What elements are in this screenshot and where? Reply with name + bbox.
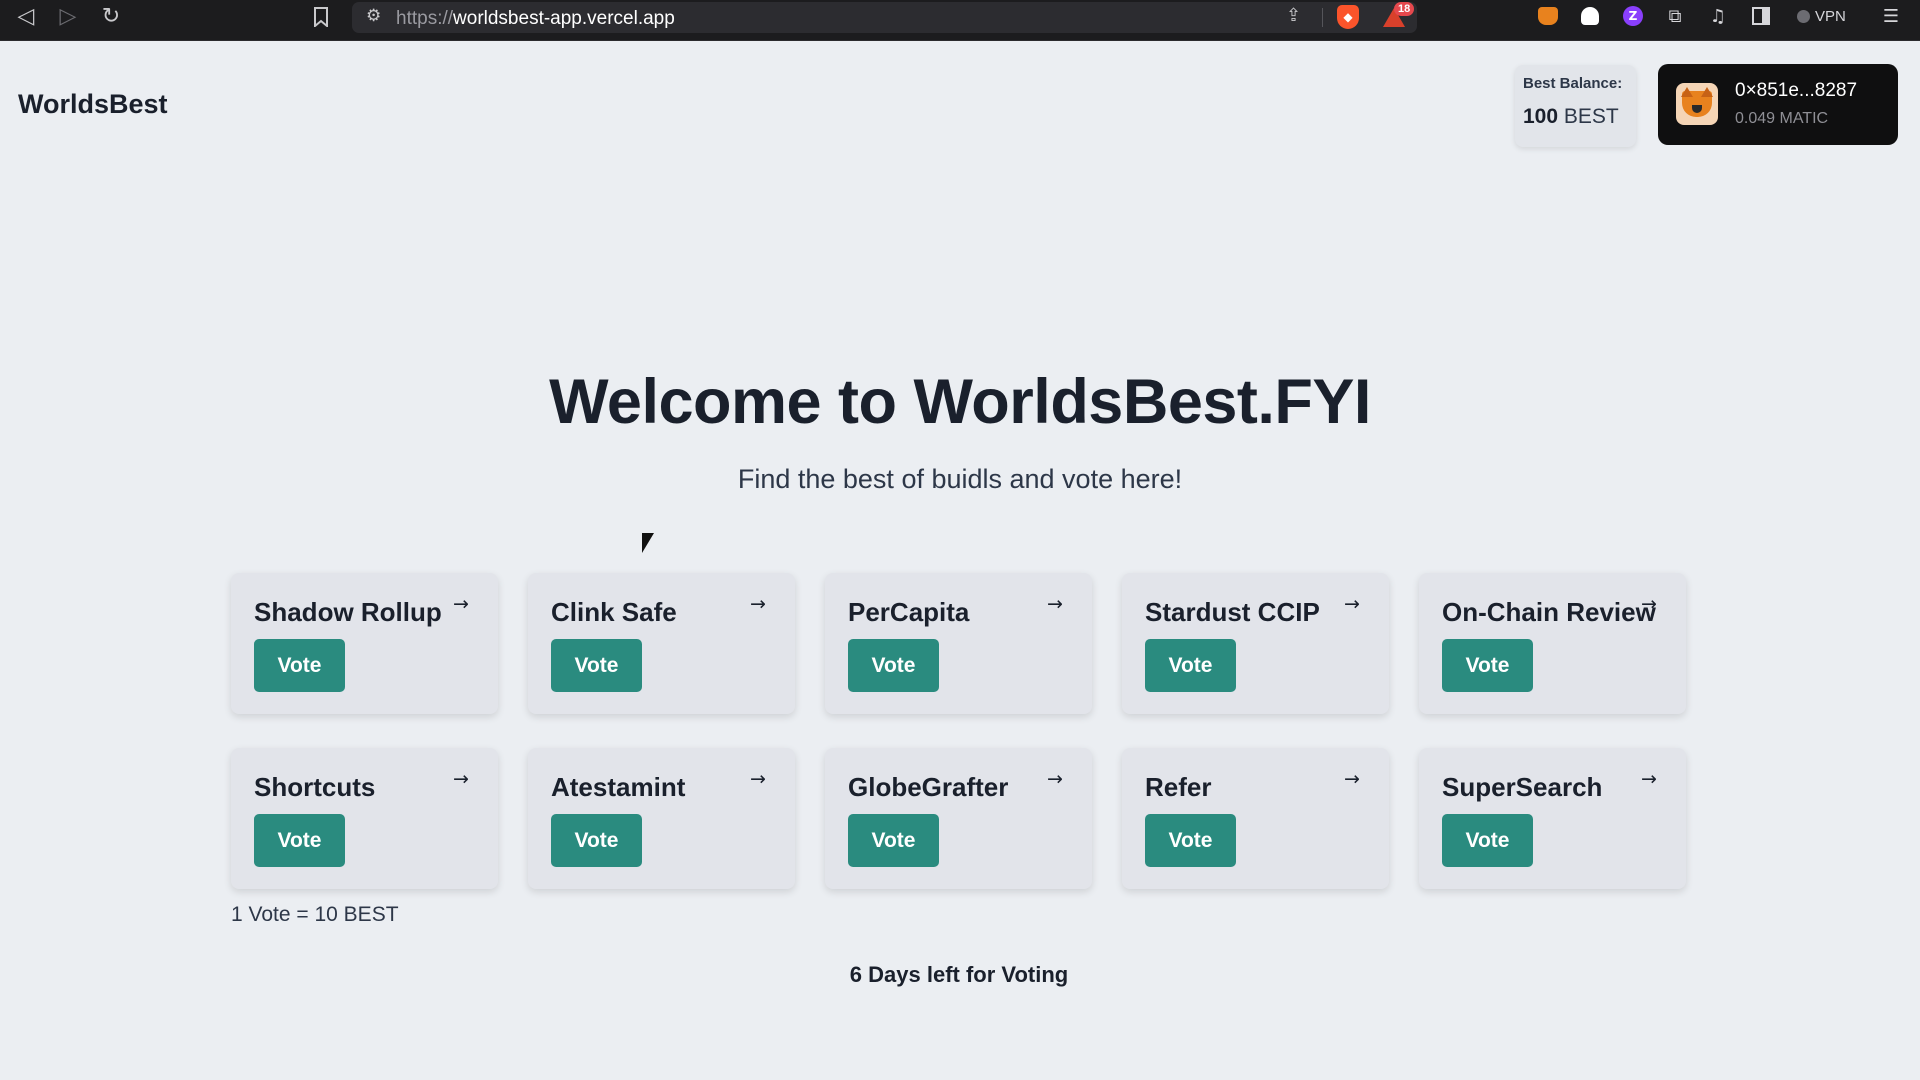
project-card: SuperSearch → Vote — [1419, 748, 1686, 889]
project-card: Stardust CCIP → Vote — [1122, 573, 1389, 714]
vote-rate-note: 1 Vote = 10 BEST — [231, 903, 399, 926]
arrow-right-icon[interactable]: → — [750, 768, 766, 790]
vote-button[interactable]: Vote — [254, 639, 345, 692]
vote-button[interactable]: Vote — [1145, 639, 1236, 692]
metamask-fox-icon — [1676, 83, 1718, 125]
vote-button[interactable]: Vote — [1145, 814, 1236, 867]
media-icon[interactable]: ♫ — [1705, 3, 1731, 29]
browser-toolbar: ◁ ▷ ↻ ⚙ https://worldsbest-app.vercel.ap… — [0, 0, 1920, 41]
toolbar-divider — [1322, 8, 1323, 27]
wallet-balance: 0.049 MATIC — [1735, 110, 1829, 127]
wallet-address: 0×851e...8287 — [1735, 80, 1858, 101]
arrow-right-icon[interactable]: → — [453, 768, 469, 790]
rewards-count-badge: 18 — [1394, 2, 1415, 16]
page-title: Welcome to WorldsBest.FYI — [549, 367, 1371, 437]
project-card: On-Chain Review → Vote — [1419, 573, 1686, 714]
project-card: Shortcuts → Vote — [231, 748, 498, 889]
project-card: GlobeGrafter → Vote — [825, 748, 1092, 889]
forward-icon[interactable]: ▷ — [50, 0, 86, 33]
arrow-right-icon[interactable]: → — [1344, 593, 1360, 615]
arrow-right-icon[interactable]: → — [750, 593, 766, 615]
arrow-right-icon[interactable]: → — [1047, 768, 1063, 790]
project-card: Shadow Rollup → Vote — [231, 573, 498, 714]
balance-amount: 100 BEST — [1523, 105, 1619, 128]
back-icon[interactable]: ◁ — [8, 0, 44, 33]
sidebar-icon[interactable] — [1748, 3, 1774, 29]
project-name: GlobeGrafter — [848, 772, 1009, 802]
ghost-extension-icon[interactable] — [1577, 3, 1603, 29]
project-name: On-Chain Review — [1442, 597, 1656, 627]
arrow-right-icon[interactable]: → — [1344, 768, 1360, 790]
brave-shield-icon[interactable]: ◆ — [1337, 5, 1359, 29]
vpn-icon — [1797, 9, 1810, 23]
arrow-right-icon[interactable]: → — [1047, 593, 1063, 615]
brand-logo-text[interactable]: WorldsBest — [18, 89, 168, 120]
share-icon[interactable]: ⇪ — [1286, 5, 1301, 26]
vote-button[interactable]: Vote — [551, 639, 642, 692]
metamask-extension-icon[interactable] — [1535, 3, 1561, 29]
page-subtitle: Find the best of buidls and vote here! — [737, 464, 1183, 494]
bookmark-icon[interactable] — [303, 0, 339, 33]
project-name: Shortcuts — [254, 772, 376, 802]
extensions-puzzle-icon[interactable]: ⧉ — [1662, 3, 1688, 29]
vote-button[interactable]: Vote — [1442, 639, 1533, 692]
arrow-right-icon[interactable]: → — [1641, 768, 1657, 790]
purple-extension-icon[interactable]: Z — [1620, 3, 1646, 29]
vote-button[interactable]: Vote — [254, 814, 345, 867]
arrow-right-icon[interactable]: → — [453, 593, 469, 615]
menu-icon[interactable]: ☰ — [1878, 3, 1904, 29]
balance-card: Best Balance: 100 BEST — [1515, 65, 1636, 147]
url-text[interactable]: https://worldsbest-app.vercel.app — [396, 8, 675, 30]
project-card: Clink Safe → Vote — [528, 573, 795, 714]
address-bar[interactable]: ⚙ https://worldsbest-app.vercel.app ⇪ — [352, 2, 1417, 33]
project-name: PerCapita — [848, 597, 970, 627]
project-name: Atestamint — [551, 772, 686, 802]
arrow-right-icon[interactable]: → — [1641, 593, 1657, 615]
project-name: Refer — [1145, 772, 1212, 802]
project-name: Clink Safe — [551, 597, 677, 627]
vote-button[interactable]: Vote — [848, 639, 939, 692]
project-name: Stardust CCIP — [1145, 597, 1320, 627]
balance-label: Best Balance: — [1523, 75, 1623, 92]
vote-button[interactable]: Vote — [1442, 814, 1533, 867]
wallet-button[interactable]: 0×851e...8287 0.049 MATIC — [1658, 64, 1898, 145]
project-card: Refer → Vote — [1122, 748, 1389, 889]
project-grid: Shadow Rollup → Vote Clink Safe → Vote P… — [231, 573, 1687, 889]
mouse-cursor — [642, 533, 654, 553]
project-name: SuperSearch — [1442, 772, 1603, 802]
vote-button[interactable]: Vote — [848, 814, 939, 867]
vote-button[interactable]: Vote — [551, 814, 642, 867]
project-card: Atestamint → Vote — [528, 748, 795, 889]
project-card: PerCapita → Vote — [825, 573, 1092, 714]
days-left-notice: 6 Days left for Voting — [849, 962, 1069, 987]
site-settings-icon[interactable]: ⚙ — [366, 6, 381, 26]
project-name: Shadow Rollup — [254, 597, 442, 627]
reload-icon[interactable]: ↻ — [93, 0, 129, 33]
vpn-button[interactable]: VPN — [1797, 5, 1846, 27]
